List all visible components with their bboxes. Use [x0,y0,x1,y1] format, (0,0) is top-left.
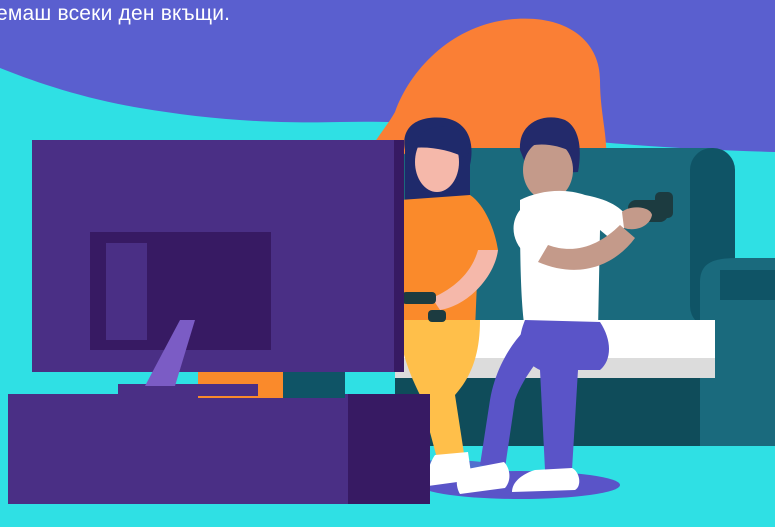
tv [32,140,404,386]
tagline-text: емаш всеки ден вкъщи. [0,2,231,25]
illustration [0,0,775,527]
